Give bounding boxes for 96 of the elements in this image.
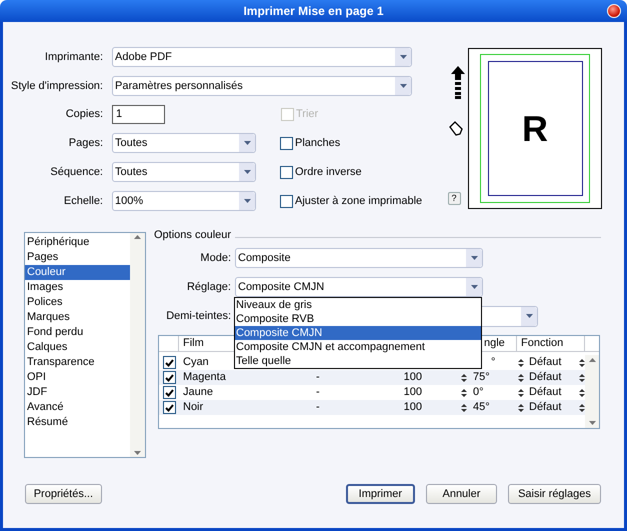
table-cell[interactable]: 0° [473, 384, 484, 401]
category-item[interactable]: Périphérique [25, 235, 130, 250]
window-title: Imprimer Mise en page 1 [243, 3, 384, 20]
scroll-down-icon[interactable] [134, 451, 141, 455]
table-cell[interactable]: 45° [473, 399, 490, 416]
dropdown-arrow-icon [526, 314, 532, 318]
field-label: Echelle: [62, 194, 103, 209]
spinner-icon[interactable] [518, 404, 524, 412]
table-cell[interactable]: 75° [473, 369, 490, 386]
menu-item[interactable]: Niveaux de gris [235, 298, 481, 312]
spinner-icon[interactable] [461, 404, 467, 412]
dialog-button[interactable]: Propriétés... [25, 484, 102, 504]
table-cell[interactable]: Défaut [529, 399, 574, 416]
spinner-icon[interactable] [461, 388, 467, 396]
dropdown-arrow-icon [400, 84, 406, 88]
scrollbar[interactable] [585, 355, 599, 428]
scrollbar[interactable] [130, 233, 145, 457]
mode-select[interactable]: Composite [235, 248, 483, 268]
dialog-button[interactable]: Saisir réglages [508, 484, 601, 504]
sequence-select[interactable]: Toutes [112, 162, 256, 182]
field-label: Imprimante: [44, 50, 103, 65]
dropdown-arrow-icon [244, 170, 250, 174]
option-label[interactable]: Ajuster à zone imprimable [295, 192, 422, 210]
table-cell-text: 100 [404, 370, 422, 386]
table-cell: - [316, 401, 320, 414]
dropdown-arrow-icon [470, 285, 478, 289]
field-label: Réglage: [186, 280, 231, 295]
category-item[interactable]: Images [25, 280, 130, 295]
table-cell: Cyan [183, 356, 209, 368]
scroll-down-icon[interactable] [588, 421, 596, 425]
category-item[interactable]: OPI [25, 370, 130, 385]
field-label: Pages: [68, 136, 103, 151]
help-button[interactable]: ? [448, 192, 460, 205]
category-item[interactable]: Pages [25, 250, 130, 265]
field-label: Mode: [199, 250, 231, 266]
option-label: Trier [296, 107, 318, 122]
field-label: Séquence: [49, 164, 103, 180]
category-item[interactable]: Couleur [25, 265, 130, 280]
setting-select[interactable]: Composite CMJN [235, 277, 483, 297]
table-cell[interactable]: Défaut [529, 369, 574, 386]
category-item[interactable]: Résumé [25, 415, 130, 430]
dialog-button[interactable]: Annuler [426, 484, 497, 504]
preview-letter: R [522, 106, 548, 150]
table-cell[interactable]: Défaut [529, 384, 574, 401]
category-item[interactable]: Avancé [25, 400, 130, 415]
category-item[interactable]: Marques [25, 310, 130, 325]
checkbox[interactable] [280, 194, 293, 208]
spinner-icon[interactable] [518, 388, 524, 396]
column-header[interactable]: Fonction [517, 336, 585, 351]
table-cell: Jaune [183, 386, 213, 398]
table-cell: - [316, 386, 320, 398]
checkbox[interactable] [280, 136, 293, 150]
copies-field[interactable]: 1 [112, 105, 165, 124]
checkbox[interactable] [162, 401, 176, 414]
spinner-icon[interactable] [518, 358, 524, 366]
table-cell[interactable]: ° [491, 354, 496, 371]
category-item[interactable]: JDF [25, 385, 130, 400]
checkbox[interactable] [162, 356, 176, 369]
field-label: Copies: [64, 107, 103, 122]
table-cell-text: 100 [404, 385, 422, 400]
table-cell-text: 100 [404, 400, 422, 416]
printer-select[interactable]: Adobe PDF [112, 47, 412, 67]
dropdown-arrow-icon [244, 199, 250, 203]
field-label: Style d'impression: [10, 78, 103, 94]
dialog-button[interactable]: Imprimer [346, 484, 415, 504]
option-label[interactable]: Planches [295, 134, 340, 152]
menu-item[interactable]: Composite CMJN [235, 326, 481, 340]
category-item[interactable]: Transparence [25, 355, 130, 370]
dropdown-arrow-icon [470, 256, 478, 260]
dropdown-arrow-icon [400, 55, 406, 59]
print-style-select[interactable]: Paramètres personnalisés [112, 76, 412, 96]
arrow-up-icon [451, 66, 465, 99]
option-label[interactable]: Ordre inverse [295, 164, 362, 180]
tag-icon [449, 121, 463, 136]
close-button[interactable] [607, 4, 621, 18]
field-label: Demi-teintes: [165, 308, 231, 324]
dropdown-arrow-icon [244, 141, 250, 145]
checkbox[interactable] [280, 166, 293, 178]
checkbox[interactable] [162, 386, 176, 399]
category-item[interactable]: Fond perdu [25, 325, 130, 340]
spinner-icon[interactable] [518, 374, 524, 382]
menu-item[interactable]: Telle quelle [235, 354, 481, 368]
table-cell: Noir [183, 401, 204, 414]
scroll-up-icon[interactable] [134, 235, 141, 239]
menu-item[interactable]: Composite RVB [235, 312, 481, 326]
pages-select[interactable]: Toutes [112, 133, 256, 153]
table-cell: - [316, 371, 320, 384]
category-item[interactable]: Calques [25, 340, 130, 355]
checkbox[interactable] [162, 371, 176, 384]
scroll-up-icon[interactable] [588, 358, 596, 362]
scale-select[interactable]: 100% [112, 191, 256, 211]
table-cell: Magenta [183, 371, 226, 384]
spinner-icon[interactable] [461, 374, 467, 382]
table-cell[interactable]: Défaut [529, 354, 574, 371]
group-title: Options couleur [154, 228, 232, 243]
category-item[interactable]: Polices [25, 295, 130, 310]
